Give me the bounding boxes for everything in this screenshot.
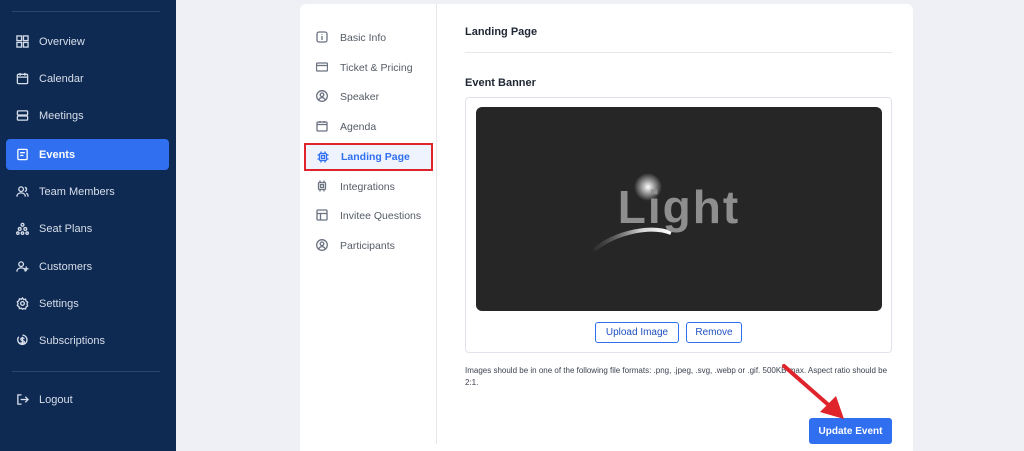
user-circle-icon xyxy=(316,239,329,252)
sub-nav-label: Agenda xyxy=(340,120,377,133)
sub-nav-landing-page[interactable]: Landing Page xyxy=(304,143,433,171)
page-title: Landing Page xyxy=(465,26,538,38)
sub-nav-label: Landing Page xyxy=(341,151,410,163)
sub-nav-agenda[interactable]: Agenda xyxy=(305,113,433,140)
sidebar-item-label: Seat Plans xyxy=(39,222,93,235)
user-plus-icon xyxy=(15,260,29,274)
event-banner-image: Light xyxy=(476,107,882,311)
sidebar-divider xyxy=(12,11,160,12)
remove-button[interactable]: Remove xyxy=(686,322,742,343)
sub-nav-label: Speaker xyxy=(340,90,380,103)
sub-nav-integrations[interactable]: Integrations xyxy=(305,173,433,200)
sub-nav-label: Integrations xyxy=(340,180,395,193)
users-icon xyxy=(15,185,29,199)
sidebar-item-customers[interactable]: Customers xyxy=(6,251,169,282)
grid-icon xyxy=(15,35,29,49)
calendar-icon xyxy=(15,72,29,86)
divider xyxy=(465,52,892,53)
event-icon xyxy=(15,148,29,162)
upload-image-button[interactable]: Upload Image xyxy=(595,322,679,343)
sidebar-item-seat-plans[interactable]: Seat Plans xyxy=(6,213,169,244)
info-icon xyxy=(316,31,329,44)
sidebar-item-label: Subscriptions xyxy=(39,334,106,347)
banner-upload-box: Light Upload Image Remove xyxy=(465,97,892,353)
sidebar-item-calendar[interactable]: Calendar xyxy=(6,63,169,94)
sidebar-item-label: Customers xyxy=(39,260,93,273)
sub-nav-basic-info[interactable]: Basic Info xyxy=(305,24,433,51)
sidebar-item-label: Meetings xyxy=(39,109,84,122)
sidebar-item-label: Calendar xyxy=(39,72,84,85)
gear-icon xyxy=(15,297,29,311)
sidebar-item-label: Team Members xyxy=(39,185,115,198)
user-circle-icon xyxy=(316,90,329,103)
sidebar: Overview Calendar Meetings Events Team M… xyxy=(0,0,176,451)
sidebar-item-subscriptions[interactable]: Subscriptions xyxy=(6,325,169,356)
sidebar-item-team-members[interactable]: Team Members xyxy=(6,176,169,207)
sub-nav-participants[interactable]: Participants xyxy=(305,232,433,259)
annotation-arrow xyxy=(782,364,844,419)
event-sub-nav: Basic Info Ticket & Pricing Speaker Agen… xyxy=(300,4,437,444)
sidebar-item-label: Events xyxy=(39,148,76,161)
table-icon xyxy=(316,209,329,222)
dollar-icon xyxy=(15,334,29,348)
server-icon xyxy=(15,109,29,123)
sub-nav-speaker[interactable]: Speaker xyxy=(305,83,433,110)
event-banner-label: Event Banner xyxy=(465,77,536,89)
chip-icon xyxy=(317,151,330,164)
chip-icon xyxy=(316,180,329,193)
sub-nav-invitee-questions[interactable]: Invitee Questions xyxy=(305,202,433,229)
logout-icon xyxy=(15,393,29,407)
logout-label: Logout xyxy=(39,393,73,406)
sidebar-item-meetings[interactable]: Meetings xyxy=(6,100,169,131)
sub-nav-label: Ticket & Pricing xyxy=(340,61,413,74)
sidebar-item-label: Settings xyxy=(39,297,79,310)
sidebar-item-overview[interactable]: Overview xyxy=(6,26,169,57)
seats-icon xyxy=(15,222,29,236)
sidebar-item-events[interactable]: Events xyxy=(6,139,169,170)
sidebar-divider xyxy=(12,371,160,372)
sub-nav-ticket-pricing[interactable]: Ticket & Pricing xyxy=(305,54,433,81)
sub-nav-label: Participants xyxy=(340,239,395,252)
logout-button[interactable]: Logout xyxy=(6,384,169,415)
sub-nav-label: Basic Info xyxy=(340,31,387,44)
banner-logo-text: Light xyxy=(618,181,740,233)
sidebar-item-label: Overview xyxy=(39,35,85,48)
calendar-icon xyxy=(316,120,329,133)
sub-nav-label: Invitee Questions xyxy=(340,209,422,222)
card-icon xyxy=(316,61,329,74)
sidebar-item-settings[interactable]: Settings xyxy=(6,288,169,319)
